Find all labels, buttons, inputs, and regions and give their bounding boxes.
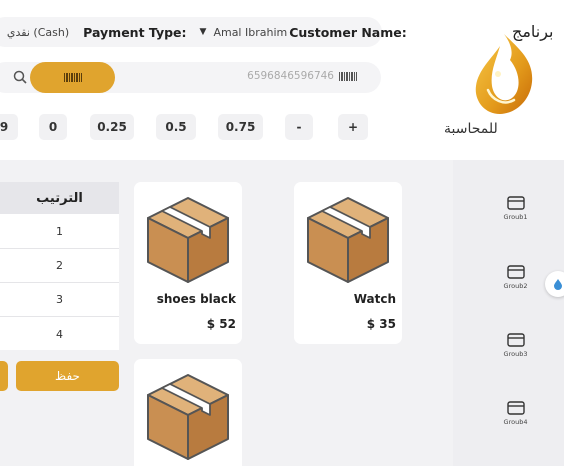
box-icon — [307, 197, 389, 283]
barcode-icon — [339, 71, 357, 81]
order-column-header: الترتيب — [0, 182, 119, 214]
sidebar-item-groub3[interactable]: Groub3 — [460, 333, 564, 358]
key-minus[interactable]: - — [285, 114, 313, 140]
card-icon — [506, 265, 525, 279]
sidebar-item-label: Groub3 — [503, 350, 528, 358]
sidebar-item-groub1[interactable]: Groub1 — [460, 196, 564, 221]
chevron-down-icon: ▼ — [199, 27, 207, 37]
logo-subtitle: للمحاسبة — [444, 121, 498, 137]
sidebar-item-label: Groub4 — [503, 418, 528, 426]
table-row[interactable]: 1 — [0, 215, 119, 249]
customer-payment-bar: ▼ نقدي (Cash) Payment Type: ▼ Amal Ibrah… — [0, 17, 407, 47]
customer-name-value: Amal Ibrahim — [213, 25, 288, 39]
sidebar-item-label: Groub1 — [503, 213, 528, 221]
card-icon — [506, 333, 525, 347]
key-0-75[interactable]: 0.75 — [218, 114, 263, 140]
scan-barcode-button[interactable] — [30, 62, 115, 93]
sidebar-item-label: Groub2 — [503, 282, 528, 290]
sidebar-item-groub4[interactable]: Groub4 — [460, 401, 564, 426]
payment-type-value: نقدي (Cash) — [6, 25, 70, 39]
clipped-button[interactable] — [0, 361, 8, 391]
card-icon — [506, 196, 525, 210]
product-card-shoes-black[interactable]: shoes black $ 52 — [134, 182, 242, 344]
key-plus[interactable]: + — [338, 114, 368, 140]
barcode-search-bar[interactable]: 6596846596746 — [0, 62, 381, 93]
product-price: $ 52 — [206, 317, 236, 331]
payment-type-label: Payment Type: — [83, 24, 187, 40]
key-0-5[interactable]: 0.5 — [156, 114, 196, 140]
customer-name-select[interactable]: ▼ Amal Ibrahim Customer Name: — [197, 25, 407, 40]
key-0-25[interactable]: 0.25 — [90, 114, 134, 140]
product-name: Watch — [353, 292, 396, 306]
table-row[interactable]: 3 — [0, 283, 119, 317]
product-name: shoes black — [156, 292, 236, 306]
barcode-icon — [63, 73, 82, 82]
droplet-icon — [554, 279, 562, 290]
payment-type-select[interactable]: ▼ نقدي (Cash) Payment Type: — [0, 25, 187, 40]
theme-toggle-button[interactable] — [545, 271, 564, 297]
table-row[interactable]: 4 — [0, 317, 119, 351]
save-button[interactable]: حفظ — [16, 361, 119, 391]
barcode-input[interactable]: 6596846596746 — [247, 70, 357, 82]
box-icon — [147, 197, 229, 283]
app-logo — [470, 30, 538, 124]
key-0[interactable]: 0 — [39, 114, 67, 140]
customer-name-label: Customer Name: — [289, 24, 407, 40]
product-card-watch[interactable]: Watch $ 35 — [294, 182, 402, 344]
key-9[interactable]: 9 — [0, 114, 18, 140]
product-card[interactable] — [134, 359, 242, 466]
search-icon[interactable] — [13, 69, 27, 88]
product-price: $ 35 — [366, 317, 396, 331]
barcode-input-value: 6596846596746 — [247, 70, 334, 82]
card-icon — [506, 401, 525, 415]
box-icon — [147, 374, 229, 460]
table-row[interactable]: 2 — [0, 249, 119, 283]
